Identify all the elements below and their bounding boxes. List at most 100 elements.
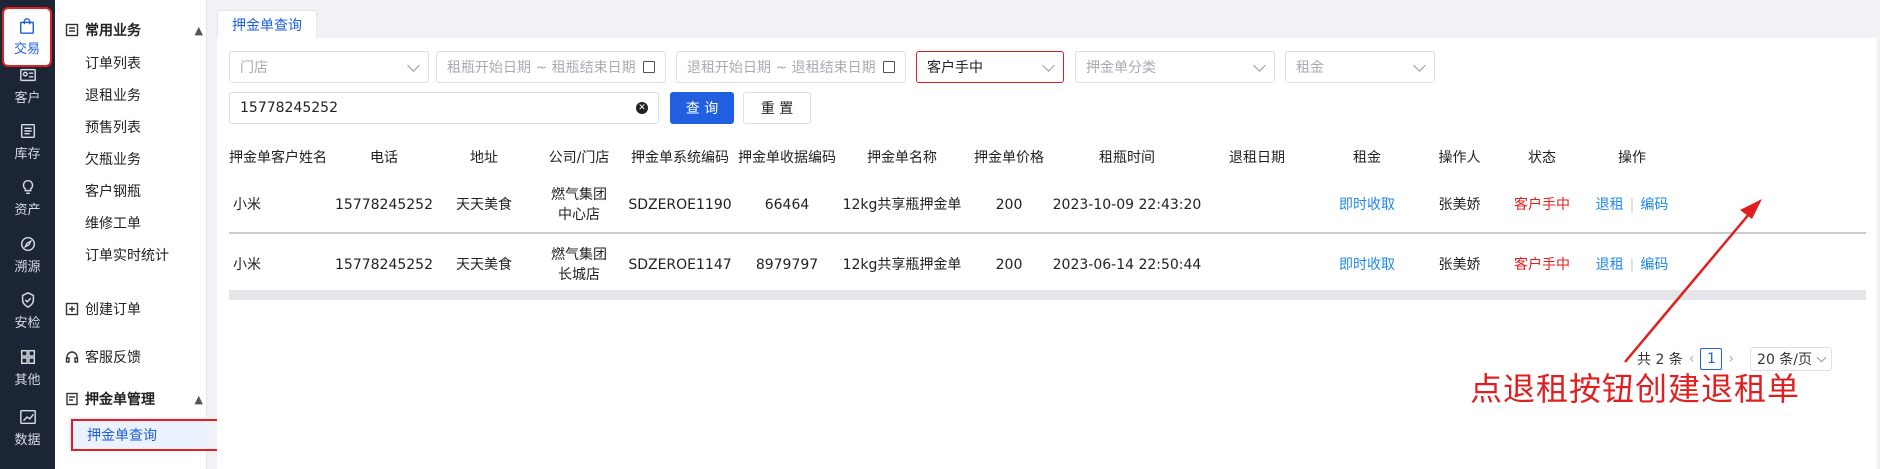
col-price: 押金单价格 [974, 150, 1044, 166]
rent-date-placeholder: 租瓶开始日期 ~ 租瓶结束日期 [447, 60, 636, 76]
chevron-up-icon: ▲ [194, 23, 203, 37]
rail-label: 安检 [14, 316, 41, 331]
menu-group-common[interactable]: 常用业务 ▲ [65, 16, 203, 44]
menu-item-label: 创建订单 [85, 302, 141, 318]
category-select[interactable]: 押金单分类 [1075, 51, 1275, 83]
calendar-icon [643, 61, 655, 73]
return-date-range[interactable]: 退租开始日期 ~ 退租结束日期 [676, 51, 906, 83]
store-select[interactable]: 门店 [229, 51, 429, 83]
horizontal-scrollbar[interactable] [229, 290, 1866, 300]
search-button[interactable]: 查 询 [670, 92, 734, 124]
menu-group-deposit[interactable]: 押金单管理 ▲ [65, 385, 203, 413]
menu-item-deposit-query[interactable]: 押金单查询 [71, 419, 233, 451]
cell-operator: 张美娇 [1438, 197, 1481, 213]
col-status: 状态 [1528, 150, 1556, 166]
cell-system-code: SDZEROE1147 [628, 257, 732, 273]
chart-icon [19, 409, 36, 425]
rail-item-other[interactable]: 其他 [0, 340, 55, 396]
company-line1: 燃气集团 [551, 187, 607, 203]
chevron-down-icon [407, 58, 420, 72]
status-value: 客户手中 [927, 60, 983, 76]
clear-icon[interactable]: ✕ [636, 102, 648, 114]
deposit-select[interactable]: 租金 [1285, 51, 1435, 83]
cell-name: 小米 [233, 197, 261, 213]
code-button[interactable]: 编码 [1640, 255, 1668, 275]
reset-button[interactable]: 重 置 [743, 92, 811, 124]
cell-rent-link[interactable]: 即时收取 [1312, 236, 1422, 294]
menu-item-order-list[interactable]: 订单列表 [85, 51, 141, 77]
return-date-placeholder: 退租开始日期 ~ 退租结束日期 [687, 60, 876, 76]
rail-item-trade[interactable]: 交易 [2, 7, 52, 67]
col-receipt-code: 押金单收据编码 [738, 150, 836, 166]
menu-item-customer-cylinders[interactable]: 客户钢瓶 [85, 179, 141, 205]
company-line2: 长城店 [558, 267, 600, 283]
col-actions: 操作 [1618, 150, 1646, 166]
cell-address: 天天美食 [456, 257, 512, 273]
receipt-icon [66, 392, 78, 406]
menu-group-title: 押金单管理 [85, 392, 155, 408]
cell-phone: 15778245252 [335, 197, 433, 213]
menu-item-create-order[interactable]: 创建订单 [65, 296, 141, 322]
cell-operator: 张美娇 [1438, 257, 1481, 273]
cell-phone: 15778245252 [335, 257, 433, 273]
return-button[interactable]: 退租 [1596, 195, 1624, 215]
rail-item-customer[interactable]: 客户 [0, 58, 55, 114]
category-placeholder: 押金单分类 [1086, 60, 1156, 76]
col-customer-name: 押金单客户姓名 [229, 150, 327, 166]
cell-system-code: SDZEROE1190 [628, 197, 732, 213]
cell-status: 客户手中 [1514, 197, 1570, 213]
menu-item-feedback[interactable]: 客服反馈 [65, 344, 141, 370]
annotation-text: 点退租按钮创建退租单 [1470, 370, 1801, 408]
table-row: 小米 15778245252 天天美食 燃气集团 长城店 SDZEROE1147… [229, 236, 1866, 294]
col-rent: 租金 [1353, 150, 1381, 166]
code-button[interactable]: 编码 [1640, 195, 1668, 215]
cell-company: 燃气集团 中心店 [534, 176, 624, 234]
cell-actions: 退租 | 编码 [1587, 176, 1677, 234]
rail-item-trace[interactable]: 溯源 [0, 227, 55, 283]
cell-rent-time: 2023-10-09 22:43:20 [1052, 197, 1202, 213]
status-select[interactable]: 客户手中 [916, 51, 1064, 83]
deposit-placeholder: 租金 [1296, 60, 1324, 76]
table-row: 小米 15778245252 天天美食 燃气集团 中心店 SDZEROE1190… [229, 176, 1866, 234]
col-company: 公司/门店 [548, 150, 610, 166]
rail-label: 库存 [14, 147, 41, 162]
cell-title: 12kg共享瓶押金单 [842, 197, 962, 213]
cell-name: 小米 [233, 257, 261, 273]
cell-return-date [1202, 236, 1312, 294]
bulb-icon [22, 179, 33, 195]
chevron-down-icon [1413, 58, 1426, 72]
rail-item-assets[interactable]: 资产 [0, 170, 55, 226]
tab-deposit-query[interactable]: 押金单查询 [217, 10, 317, 40]
chevron-down-icon [1253, 58, 1266, 72]
cell-rent-link[interactable]: 即时收取 [1312, 176, 1422, 234]
menu-item-repair-orders[interactable]: 维修工单 [85, 211, 141, 237]
col-return-date: 退租日期 [1229, 150, 1285, 166]
menu-item-presale[interactable]: 预售列表 [85, 115, 141, 141]
col-address: 地址 [470, 150, 498, 166]
menu-item-owed-bottles[interactable]: 欠瓶业务 [85, 147, 141, 173]
rail-item-data[interactable]: 数据 [0, 400, 55, 456]
rail-label: 客户 [14, 91, 41, 106]
app-rail: 交易 客户 库存 资产 溯源 安检 其他 数据 [0, 0, 55, 469]
rail-item-inspection[interactable]: 安检 [0, 283, 55, 339]
col-phone: 电话 [370, 150, 398, 166]
side-menu: 常用业务 ▲ 订单列表 退租业务 预售列表 欠瓶业务 客户钢瓶 维修工单 订单实… [55, 0, 233, 469]
col-rent-time: 租瓶时间 [1099, 150, 1155, 166]
rail-item-inventory[interactable]: 库存 [0, 114, 55, 170]
chevron-down-icon [1816, 352, 1827, 363]
menu-item-return[interactable]: 退租业务 [85, 83, 141, 109]
chevron-up-icon: ▲ [194, 392, 203, 406]
headset-icon [65, 351, 79, 363]
cell-status: 客户手中 [1514, 257, 1570, 273]
chevron-down-icon [1042, 58, 1055, 72]
calendar-icon [883, 61, 895, 73]
plus-square-icon [65, 302, 79, 316]
menu-group-title: 常用业务 [85, 23, 141, 39]
store-placeholder: 门店 [240, 60, 268, 76]
id-card-icon [19, 68, 36, 82]
rent-date-range[interactable]: 租瓶开始日期 ~ 租瓶结束日期 [436, 51, 666, 83]
phone-input[interactable]: 15778245252 ✕ [229, 92, 659, 124]
col-title: 押金单名称 [867, 150, 937, 166]
return-button[interactable]: 退租 [1596, 255, 1624, 275]
menu-item-realtime-stats[interactable]: 订单实时统计 [85, 243, 169, 269]
